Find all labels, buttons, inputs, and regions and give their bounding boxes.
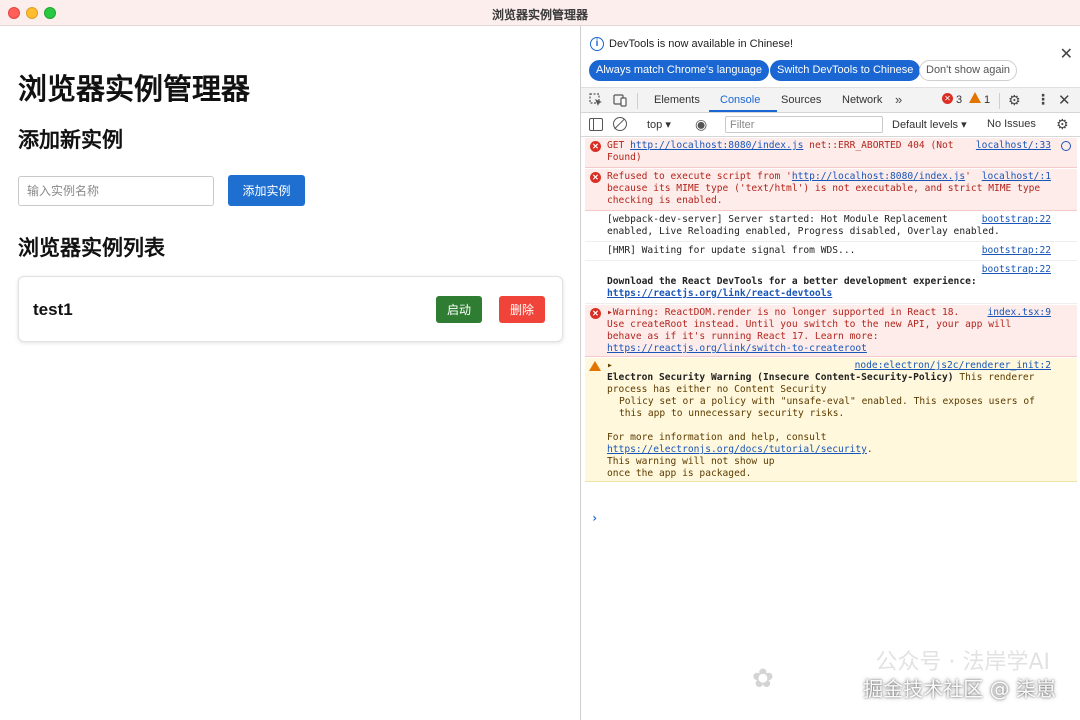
message-text: Warning: ReactDOM.render is no longer su… bbox=[607, 307, 1012, 342]
window-title: 浏览器实例管理器 bbox=[491, 8, 588, 22]
error-icon: ✕ bbox=[590, 172, 601, 183]
log-levels-label: Default levels bbox=[892, 119, 959, 131]
add-instance-button[interactable]: 添加实例 bbox=[228, 175, 305, 206]
message-text: Download the React DevTools for a better… bbox=[607, 276, 977, 287]
message-url-link[interactable]: http://localhost:8080/index.js bbox=[792, 171, 965, 182]
message-text: Refused to execute script from ' bbox=[607, 171, 792, 182]
app-content: 浏览器实例管理器 添加新实例 添加实例 浏览器实例列表 test1 启动 删除 bbox=[0, 26, 580, 720]
console-filter-input[interactable] bbox=[725, 116, 883, 133]
error-icon: ✕ bbox=[590, 308, 601, 319]
live-expression-eye-icon[interactable]: ◉ bbox=[695, 116, 707, 133]
message-text: For more information and help, consult bbox=[607, 432, 827, 443]
tab-sources[interactable]: Sources bbox=[781, 94, 821, 106]
console-output: ✕ localhost/:33 GET http://localhost:808… bbox=[581, 138, 1080, 720]
message-source-link[interactable]: index.tsx:9 bbox=[987, 307, 1051, 319]
message-source-link[interactable]: localhost/:1 bbox=[982, 171, 1051, 183]
warning-icon bbox=[589, 361, 601, 371]
instance-name-input[interactable] bbox=[18, 176, 214, 206]
language-notice: i DevTools is now available in Chinese! … bbox=[581, 26, 1080, 86]
divider bbox=[999, 93, 1000, 109]
message-url-link[interactable]: http://localhost:8080/index.js bbox=[630, 140, 803, 151]
console-filter-bar: top ▾ ◉ Default levels ▾ No Issues ⚙ bbox=[581, 113, 1080, 137]
device-toolbar-icon[interactable] bbox=[613, 93, 627, 107]
error-count[interactable]: 3 bbox=[956, 94, 962, 106]
more-tabs-icon[interactable]: » bbox=[895, 92, 902, 107]
instance-list-heading: 浏览器实例列表 bbox=[18, 237, 165, 260]
devtools-panel: i DevTools is now available in Chinese! … bbox=[580, 26, 1080, 720]
message-source-link[interactable]: node:electron/js2c/renderer_init:2 bbox=[855, 360, 1051, 372]
message-text: [HMR] Waiting for update signal from WDS… bbox=[607, 245, 856, 256]
instance-card: test1 启动 删除 bbox=[18, 276, 563, 342]
active-tab-indicator bbox=[709, 110, 777, 112]
switch-to-chinese-button[interactable]: Switch DevTools to Chinese bbox=[770, 60, 921, 81]
error-count-icon: ✕ bbox=[942, 93, 953, 104]
expand-arrow-icon[interactable]: ▸ bbox=[607, 360, 613, 371]
network-globe-icon[interactable] bbox=[1061, 141, 1071, 151]
message-text: Electron Security Warning (Insecure Cont… bbox=[607, 372, 954, 383]
clear-console-icon[interactable] bbox=[613, 117, 627, 131]
message-text: GET bbox=[607, 140, 631, 151]
message-url-link[interactable]: https://electronjs.org/docs/tutorial/sec… bbox=[607, 444, 867, 455]
console-message-warning: ▸ node:electron/js2c/renderer_init:2 Elec… bbox=[585, 358, 1077, 482]
message-source-link[interactable]: bootstrap:22 bbox=[982, 214, 1051, 226]
message-source-link[interactable]: localhost/:33 bbox=[976, 140, 1051, 152]
warning-count-icon bbox=[969, 92, 981, 103]
message-text: this app to unnecessary security risks. bbox=[619, 408, 845, 419]
settings-gear-icon[interactable]: ⚙ bbox=[1008, 92, 1021, 109]
message-source-link[interactable]: bootstrap:22 bbox=[982, 245, 1051, 257]
notice-text: DevTools is now available in Chinese! bbox=[609, 38, 794, 50]
page-title: 浏览器实例管理器 bbox=[18, 74, 251, 106]
message-url-link[interactable]: https://reactjs.org/link/react-devtools bbox=[607, 288, 832, 299]
devtools-tab-bar: Elements Console Sources Network » ✕ 3 1… bbox=[581, 87, 1080, 113]
context-value: top bbox=[647, 119, 663, 131]
start-instance-button[interactable]: 启动 bbox=[436, 296, 482, 323]
message-text: once the app is packaged. bbox=[607, 468, 752, 479]
context-selector[interactable]: top ▾ bbox=[647, 118, 671, 131]
divider bbox=[637, 93, 638, 109]
message-text: Policy set or a policy with "unsafe-eval… bbox=[619, 396, 1035, 407]
show-sidebar-icon[interactable] bbox=[589, 118, 603, 131]
close-icon[interactable]: ✕ bbox=[1060, 47, 1073, 63]
close-devtools-icon[interactable]: ✕ bbox=[1058, 91, 1071, 109]
info-icon: i bbox=[590, 37, 604, 51]
console-message-info: bootstrap:22 Download the React DevTools… bbox=[585, 262, 1077, 304]
tab-elements[interactable]: Elements bbox=[654, 94, 700, 106]
message-source-link[interactable]: bootstrap:22 bbox=[982, 264, 1051, 275]
window-title-bar: 浏览器实例管理器 bbox=[0, 0, 1080, 26]
console-settings-gear-icon[interactable]: ⚙ bbox=[1056, 116, 1069, 133]
issues-counter[interactable]: No Issues bbox=[987, 118, 1036, 130]
message-url-link[interactable]: https://reactjs.org/link/switch-to-creat… bbox=[607, 343, 867, 354]
console-message-error: ✕ localhost/:33 GET http://localhost:808… bbox=[585, 138, 1077, 168]
console-message-error: ✕ localhost/:1 Refused to execute script… bbox=[585, 169, 1077, 211]
watermark-text: 掘金技术社区 @ 柒崽 bbox=[863, 677, 1056, 701]
error-icon: ✕ bbox=[590, 141, 601, 152]
match-language-button[interactable]: Always match Chrome's language bbox=[589, 60, 769, 81]
warning-count[interactable]: 1 bbox=[984, 94, 990, 106]
more-options-icon[interactable]: ⋮ bbox=[1036, 91, 1050, 108]
instance-name: test1 bbox=[33, 300, 73, 319]
wechat-logo-icon: ✿ bbox=[752, 663, 774, 693]
add-instance-heading: 添加新实例 bbox=[18, 129, 123, 152]
console-prompt[interactable]: › bbox=[591, 512, 598, 524]
watermark-ghost-text: 公众号 · 法岸学AI bbox=[875, 650, 1050, 675]
inspect-element-icon[interactable] bbox=[589, 93, 603, 107]
console-message-info: bootstrap:22 [webpack-dev-server] Server… bbox=[585, 212, 1077, 242]
tab-console[interactable]: Console bbox=[720, 94, 760, 106]
console-message-error: ✕ index.tsx:9 ▸Warning: ReactDOM.render … bbox=[585, 305, 1077, 357]
log-levels-dropdown[interactable]: Default levels ▾ bbox=[892, 118, 967, 131]
delete-instance-button[interactable]: 删除 bbox=[499, 296, 545, 323]
console-message-info: bootstrap:22 [HMR] Waiting for update si… bbox=[585, 243, 1077, 261]
message-text: This warning will not show up bbox=[607, 456, 775, 467]
message-text: [webpack-dev-server] Server started: Hot… bbox=[607, 214, 1000, 237]
tab-network[interactable]: Network bbox=[842, 94, 882, 106]
dont-show-again-button[interactable]: Don't show again bbox=[919, 60, 1018, 81]
